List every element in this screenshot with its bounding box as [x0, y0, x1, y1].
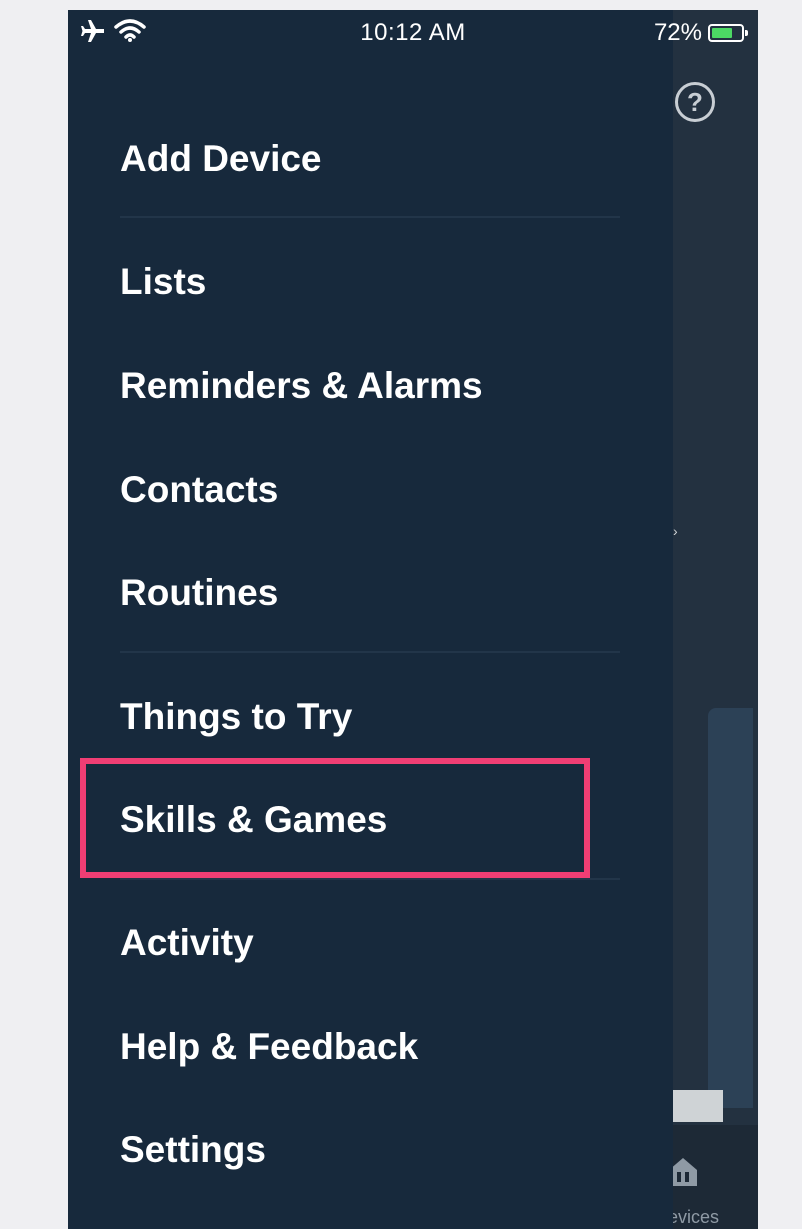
- menu-item-settings[interactable]: Settings: [120, 1129, 266, 1171]
- menu-item-routines[interactable]: Routines: [120, 572, 278, 614]
- navigation-drawer: Add Device Lists Reminders & Alarms Cont…: [68, 10, 673, 1229]
- menu-item-help-feedback[interactable]: Help & Feedback: [120, 1026, 418, 1068]
- menu-divider: [120, 651, 620, 653]
- battery-icon: [708, 24, 748, 42]
- phone-screen: › ? evices Add Device Lists Reminders & …: [68, 10, 758, 1229]
- menu-item-contacts[interactable]: Contacts: [120, 469, 278, 511]
- background-card: [708, 708, 753, 1108]
- battery-tip: [745, 30, 748, 36]
- status-bar: 10:12 AM 72%: [68, 10, 758, 54]
- menu-divider: [120, 878, 620, 880]
- menu-item-add-device[interactable]: Add Device: [120, 138, 322, 180]
- status-right: 72%: [653, 19, 748, 47]
- menu-divider: [120, 216, 620, 218]
- tab-devices-label[interactable]: evices: [668, 1207, 719, 1228]
- menu-item-lists[interactable]: Lists: [120, 261, 206, 303]
- background-chevron-icon: ›: [673, 523, 678, 539]
- menu-item-reminders-alarms[interactable]: Reminders & Alarms: [120, 365, 483, 407]
- battery-percentage: 72%: [653, 19, 702, 46]
- background-progress-bar: [673, 1090, 723, 1122]
- menu-item-activity[interactable]: Activity: [120, 922, 254, 964]
- menu-item-things-to-try[interactable]: Things to Try: [120, 696, 352, 738]
- help-icon[interactable]: ?: [675, 82, 715, 122]
- battery-fill: [712, 28, 733, 38]
- highlight-box: [80, 758, 590, 878]
